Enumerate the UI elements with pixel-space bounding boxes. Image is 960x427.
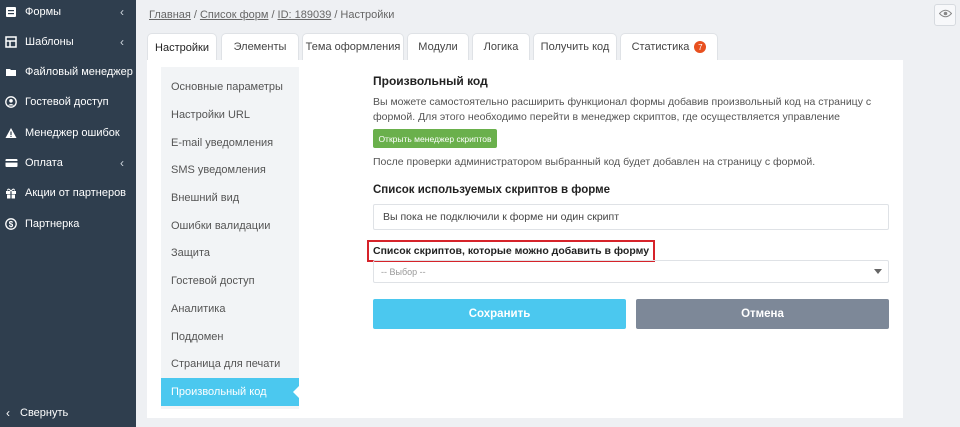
tab-label: Получить код xyxy=(540,41,610,53)
caret-down-icon xyxy=(874,269,882,274)
tab-get-code[interactable]: Получить код xyxy=(533,33,617,60)
breadcrumb-separator: / xyxy=(334,9,338,21)
warning-icon xyxy=(4,126,18,140)
used-scripts-heading: Список используемых скриптов в форме xyxy=(373,184,610,196)
subnav-url-settings[interactable]: Настройки URL xyxy=(161,101,299,129)
breadcrumb: Главная / Список форм / ID: 189039/Настройки xyxy=(149,9,394,21)
tab-label: Элементы xyxy=(233,41,287,53)
subnav-label: Поддомен xyxy=(171,331,224,343)
tab-label: Модули xyxy=(418,41,458,53)
select-placeholder: -- Выбор -- xyxy=(381,266,426,277)
settings-panel: Основные параметры Настройки URL E-mail … xyxy=(147,60,903,418)
settings-subnav: Основные параметры Настройки URL E-mail … xyxy=(161,67,299,409)
breadcrumb-forms-link[interactable]: Список форм xyxy=(200,9,269,21)
chevron-left-icon: ‹ xyxy=(120,35,124,49)
subnav-label: Произвольный код xyxy=(171,386,267,398)
tab-label: Настройки xyxy=(155,41,209,54)
templates-icon xyxy=(4,35,18,49)
subnav-appearance[interactable]: Внешний вид xyxy=(161,184,299,212)
breadcrumb-current: Настройки xyxy=(340,9,395,21)
gift-icon xyxy=(4,186,18,200)
sidebar-item-label: Файловый менеджер xyxy=(25,66,133,78)
chevron-left-icon: ‹ xyxy=(6,406,10,420)
no-scripts-text: Вы пока не подключили к форме ни один ск… xyxy=(383,211,620,223)
form-icon xyxy=(4,5,18,19)
svg-text:$: $ xyxy=(9,220,14,229)
tab-settings[interactable]: Настройки xyxy=(147,33,217,61)
sidebar-item-guest-access[interactable]: Гостевой доступ xyxy=(0,87,136,117)
subnav-protection[interactable]: Защита xyxy=(161,239,299,267)
user-circle-icon xyxy=(4,95,18,109)
subnav-label: Настройки URL xyxy=(171,109,250,121)
sidebar-item-label: Акции от партнеров xyxy=(25,187,127,199)
chevron-left-icon: ‹ xyxy=(120,5,124,19)
subnav-email-notifications[interactable]: E-mail уведомления xyxy=(161,129,299,157)
sidebar-item-partner-promos[interactable]: Акции от партнеров xyxy=(0,178,136,208)
breadcrumb-home-link[interactable]: Главная xyxy=(149,9,191,21)
subnav-analytics[interactable]: Аналитика xyxy=(161,295,299,323)
tab-theme[interactable]: Тема оформления xyxy=(302,33,404,60)
breadcrumb-separator: / xyxy=(271,9,275,21)
subnav-label: SMS уведомления xyxy=(171,164,266,176)
save-button[interactable]: Сохранить xyxy=(373,299,626,329)
sidebar-item-error-manager[interactable]: Менеджер ошибок xyxy=(0,118,136,148)
sidebar-item-label: Менеджер ошибок xyxy=(25,127,120,139)
sidebar-item-label: Формы xyxy=(25,6,62,18)
sidebar-collapse-button[interactable]: ‹ Свернуть xyxy=(0,399,136,427)
tab-label: Статистика xyxy=(631,41,690,53)
subnav-label: Страница для печати xyxy=(171,358,281,370)
sidebar-item-label: Гостевой доступ xyxy=(25,96,109,108)
subnav-guest-access[interactable]: Гостевой доступ xyxy=(161,267,299,295)
subnav-print-page[interactable]: Страница для печати xyxy=(161,350,299,378)
sidebar-item-affiliate[interactable]: $ Партнерка xyxy=(0,209,136,239)
sidebar-item-file-manager[interactable]: Файловый менеджер xyxy=(0,57,136,87)
sidebar-item-label: Партнерка xyxy=(25,218,80,230)
tab-label: Тема оформления xyxy=(305,41,401,53)
subnav-validation-errors[interactable]: Ошибки валидации xyxy=(161,212,299,240)
subnav-label: Основные параметры xyxy=(171,81,283,93)
after-check-text: После проверки администратором выбранный… xyxy=(373,156,816,168)
sidebar-item-forms[interactable]: Формы ‹ xyxy=(0,0,136,27)
cancel-button[interactable]: Отмена xyxy=(636,299,889,329)
section-title: Произвольный код xyxy=(373,74,488,88)
subnav-label: Гостевой доступ xyxy=(171,275,255,287)
eye-icon xyxy=(938,9,952,21)
collapse-label: Свернуть xyxy=(20,407,69,419)
available-scripts-heading: Список скриптов, которые можно добавить … xyxy=(367,240,656,262)
script-select[interactable]: -- Выбор -- xyxy=(373,260,889,283)
open-script-manager-button[interactable]: Открыть менеджер скриптов xyxy=(373,129,497,148)
subnav-subdomain[interactable]: Поддомен xyxy=(161,323,299,351)
sidebar-item-templates[interactable]: Шаблоны ‹ xyxy=(0,27,136,57)
tab-label: Логика xyxy=(483,41,519,53)
breadcrumb-id-link[interactable]: ID: 189039 xyxy=(278,9,332,21)
credit-card-icon xyxy=(4,156,18,170)
sidebar-item-payment[interactable]: Оплата ‹ xyxy=(0,148,136,178)
sidebar-item-label: Шаблоны xyxy=(25,36,74,48)
folder-icon xyxy=(4,65,18,79)
tab-statistics[interactable]: Статистика 7 xyxy=(620,33,718,60)
subnav-main-params[interactable]: Основные параметры xyxy=(161,73,299,101)
subnav-sms-notifications[interactable]: SMS уведомления xyxy=(161,156,299,184)
subnav-label: E-mail уведомления xyxy=(171,137,274,149)
notification-badge: 7 xyxy=(694,41,707,53)
subnav-label: Аналитика xyxy=(171,303,226,315)
used-scripts-box: Вы пока не подключили к форме ни один ск… xyxy=(373,204,889,230)
tab-modules[interactable]: Модули xyxy=(407,33,469,60)
preview-button[interactable] xyxy=(934,4,956,26)
chevron-left-icon: ‹ xyxy=(120,156,124,170)
sidebar: Формы ‹ Шаблоны ‹ Файловый менеджер Гост… xyxy=(0,0,136,427)
breadcrumb-separator: / xyxy=(193,9,197,21)
subnav-label: Внешний вид xyxy=(171,192,240,204)
tab-elements[interactable]: Элементы xyxy=(221,33,299,60)
tab-logic[interactable]: Логика xyxy=(472,33,530,60)
subnav-label: Ошибки валидации xyxy=(171,220,271,232)
subnav-label: Защита xyxy=(171,247,210,259)
subnav-custom-code[interactable]: Произвольный код xyxy=(161,378,299,406)
sidebar-item-label: Оплата xyxy=(25,157,63,169)
dollar-icon: $ xyxy=(4,217,18,231)
